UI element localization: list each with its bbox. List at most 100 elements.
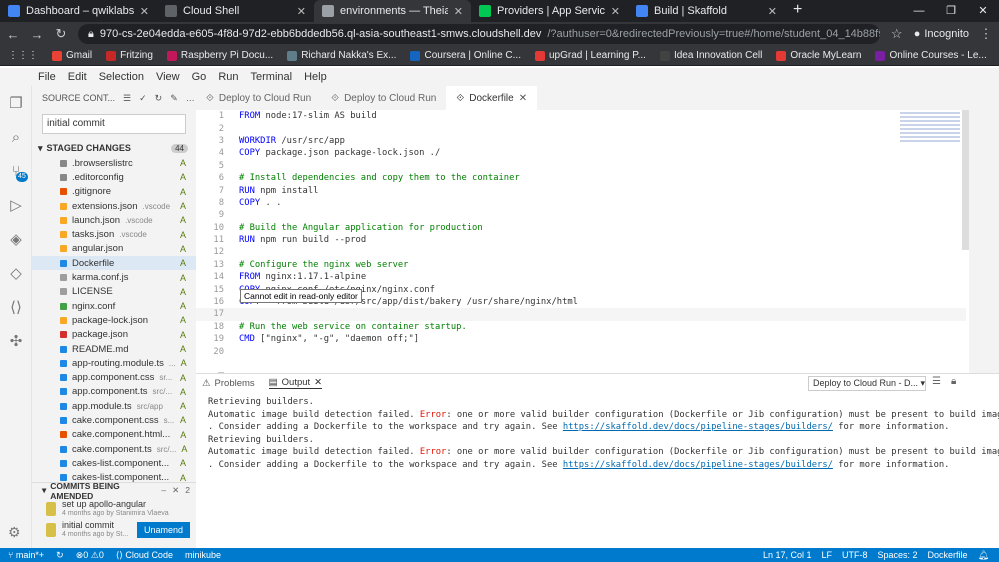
close-icon[interactable]: ✕	[519, 93, 527, 104]
forward-icon[interactable]: →	[30, 27, 44, 42]
menu-selection[interactable]: Selection	[99, 71, 144, 83]
collapse-icon[interactable]: –	[161, 485, 166, 496]
close-tab-icon[interactable]: ✕	[611, 5, 620, 18]
bookmark-item[interactable]: upGrad | Learning P...	[535, 50, 646, 61]
close-tab-icon[interactable]: ✕	[454, 5, 463, 18]
file-row[interactable]: LICENSE A	[32, 285, 196, 299]
problems-status[interactable]: ⊗0 ⚠0	[76, 550, 104, 561]
cloud-run-icon[interactable]: ⟨⟩	[0, 290, 32, 324]
bookmark-item[interactable]: Raspberry Pi Docu...	[166, 50, 273, 61]
cluster-status[interactable]: minikube	[185, 550, 221, 560]
restore-icon[interactable]: ❐	[935, 0, 967, 22]
menu-terminal[interactable]: Terminal	[251, 71, 293, 83]
output-link[interactable]: https://skaffold.dev/docs/pipeline-stage…	[563, 422, 833, 432]
browser-tab[interactable]: Dashboard – qwiklabs-gcp-03-b ✕	[0, 0, 157, 22]
file-row[interactable]: angular.json A	[32, 242, 196, 256]
minimap[interactable]	[900, 110, 960, 150]
indent-status[interactable]: Spaces: 2	[878, 550, 918, 561]
bookmark-item[interactable]: Richard Nakka's Ex...	[287, 50, 396, 61]
menu-help[interactable]: Help	[304, 71, 327, 83]
refresh-icon[interactable]: ↻	[155, 93, 163, 104]
source-control-icon[interactable]: ⑂ 45	[0, 154, 32, 188]
encoding-status[interactable]: UTF-8	[842, 550, 868, 561]
bookmark-item[interactable]: Coursera | Online C...	[410, 50, 521, 61]
close-tab-icon[interactable]: ✕	[768, 5, 777, 18]
cloud-code-status[interactable]: ⟨⟩ Cloud Code	[116, 550, 173, 561]
menu-go[interactable]: Go	[192, 71, 207, 83]
staged-changes-header[interactable]: ▾ STAGED CHANGES 44	[32, 140, 196, 156]
bookmark-item[interactable]: Idea Innovation Cell	[659, 50, 762, 61]
commit-check-icon[interactable]: ✓	[139, 93, 147, 104]
file-row[interactable]: karma.conf.js A	[32, 270, 196, 284]
bookmark-item[interactable]: Fritzing	[106, 50, 153, 61]
extensions-icon[interactable]: ◈	[0, 222, 32, 256]
kubernetes-icon[interactable]: ✣	[0, 324, 32, 358]
output-channel-select[interactable]: Deploy to Cloud Run - D... ▾	[808, 376, 926, 391]
reload-icon[interactable]: ↻	[54, 26, 68, 42]
file-row[interactable]: package.json A	[32, 328, 196, 342]
commits-amended-header[interactable]: ▾ COMMITS BEING AMENDED – ✕ 2	[32, 481, 196, 501]
file-row[interactable]: .browserslistrc A	[32, 156, 196, 170]
browser-tab[interactable]: Cloud Shell ✕	[157, 0, 314, 22]
close-tab-icon[interactable]: ✕	[297, 5, 306, 18]
menu-view[interactable]: View	[156, 71, 180, 83]
bell-icon[interactable]: 🔔︎	[978, 550, 989, 561]
star-icon[interactable]: ☆	[890, 26, 904, 42]
bookmark-item[interactable]: Oracle MyLearn	[776, 50, 861, 61]
file-row[interactable]: cake.component.css s... A	[32, 413, 196, 427]
file-row[interactable]: tasks.json .vscode A	[32, 227, 196, 241]
browser-tab[interactable]: Providers | App Services ✕	[471, 0, 628, 22]
code-editor[interactable]: 1 FROM node:17-slim AS build 2 3 WORKDIR /us…	[196, 110, 966, 372]
menu-edit[interactable]: Edit	[68, 71, 87, 83]
view-as-tree-icon[interactable]: ☰	[123, 93, 131, 104]
edit-icon[interactable]: ✎	[170, 93, 178, 104]
editor-tab[interactable]: ⟐ Dockerfile ✕	[446, 86, 538, 110]
file-row[interactable]: launch.json .vscode A	[32, 213, 196, 227]
sync-icon[interactable]: ↻	[56, 550, 64, 561]
file-row[interactable]: cake.component.ts src/... A	[32, 442, 196, 456]
cursor-position[interactable]: Ln 17, Col 1	[763, 550, 812, 561]
settings-gear-icon[interactable]: ⚙	[8, 524, 21, 541]
browser-tab[interactable]: environments — Theia for Cloud ✕	[314, 0, 471, 22]
eol-status[interactable]: LF	[822, 550, 833, 561]
back-icon[interactable]: ←	[6, 27, 20, 42]
menu-file[interactable]: File	[38, 71, 56, 83]
clear-output-icon[interactable]: ☰	[932, 376, 941, 387]
file-row[interactable]: app.component.ts src/... A	[32, 385, 196, 399]
new-tab-icon[interactable]: +	[785, 0, 810, 22]
bookmark-item[interactable]: Gmail	[52, 50, 92, 61]
close-window-icon[interactable]: ✕	[967, 0, 999, 22]
browser-tab[interactable]: Build | Skaffold ✕	[628, 0, 785, 22]
file-row[interactable]: cakes-list.component... A	[32, 456, 196, 470]
file-row[interactable]: README.md A	[32, 342, 196, 356]
commit-message-input[interactable]: initial commit	[42, 114, 186, 134]
file-row[interactable]: app-routing.module.ts... A	[32, 356, 196, 370]
url-bar[interactable]: 🔒︎ 970-cs-2e04edda-e605-4f8d-97d2-ebb6bd…	[78, 24, 880, 44]
minimize-icon[interactable]: —	[903, 0, 935, 22]
file-row[interactable]: app.module.ts src/app A	[32, 399, 196, 413]
profile-button[interactable]: ● Incognito	[914, 28, 969, 40]
close-icon[interactable]: ✕	[314, 377, 322, 388]
output-link[interactable]: https://skaffold.dev/docs/pipeline-stage…	[563, 460, 833, 470]
explorer-icon[interactable]: ❐	[0, 86, 32, 120]
editor-tab[interactable]: ⟐ Deploy to Cloud Run	[196, 86, 321, 110]
file-row[interactable]: nginx.conf A	[32, 299, 196, 313]
file-row[interactable]: .gitignore A	[32, 185, 196, 199]
branch-status[interactable]: ⑂ main*+	[8, 550, 44, 560]
more-actions-icon[interactable]: …	[186, 93, 195, 103]
search-icon[interactable]: ⌕	[0, 120, 32, 154]
bookmark-item[interactable]: Online Courses - Le...	[875, 50, 987, 61]
tab-output[interactable]: ▤ Output ✕	[268, 377, 323, 389]
apps-icon[interactable]: ⋮⋮⋮	[8, 50, 38, 61]
file-row[interactable]: extensions.json .vscode A	[32, 199, 196, 213]
editor-scrollbar[interactable]	[962, 110, 969, 250]
commit-row[interactable]: set up apollo-angular 4 months ago by Sta…	[32, 498, 196, 519]
lock-scroll-icon[interactable]: 🔒︎	[951, 376, 956, 387]
more-menu-icon[interactable]: ⋮	[979, 26, 993, 42]
file-row[interactable]: package-lock.json A	[32, 313, 196, 327]
run-debug-icon[interactable]: ▷	[0, 188, 32, 222]
tab-problems[interactable]: ⚠ Problems	[202, 378, 255, 389]
file-row[interactable]: Dockerfile A	[32, 256, 196, 271]
close-icon[interactable]: ✕	[172, 485, 179, 496]
file-row[interactable]: app.component.css sr... A	[32, 370, 196, 384]
